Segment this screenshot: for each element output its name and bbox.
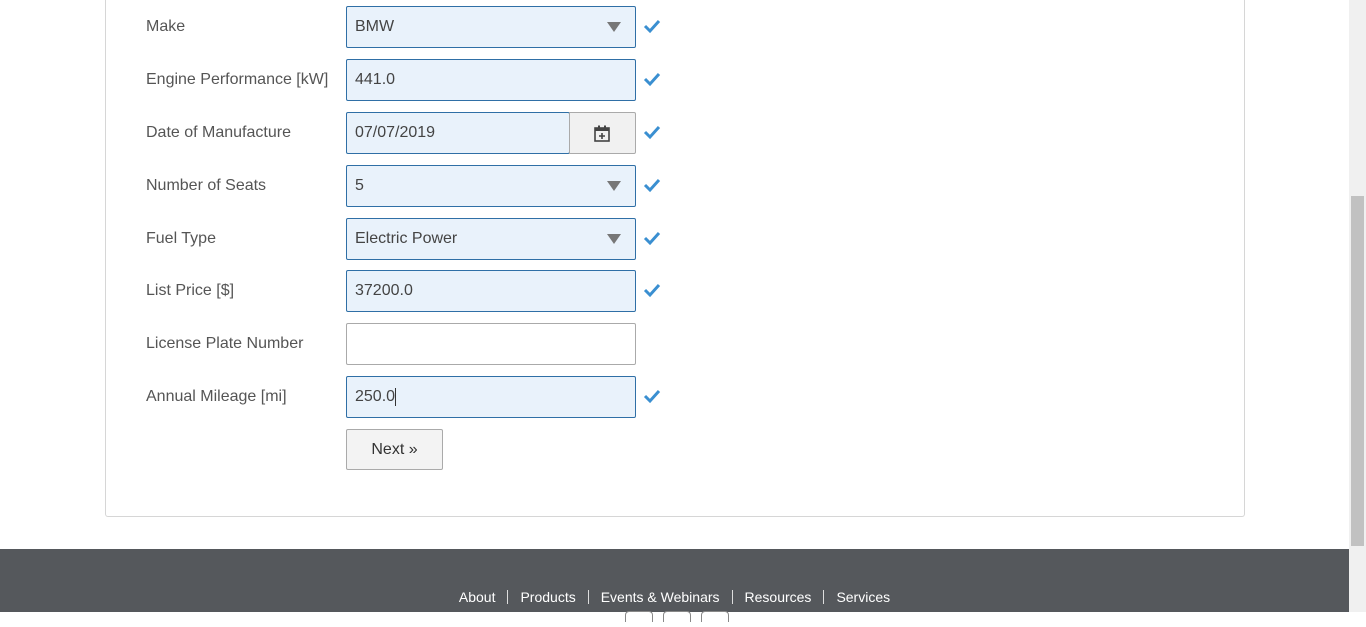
next-button[interactable]: Next » [346,429,443,470]
checkmark-icon [643,231,661,246]
checkmark-icon [643,283,661,298]
mileage-row: Annual Mileage [mi] 250.0 [0,376,1366,418]
fuel-row: Fuel Type Electric Power [0,218,1366,260]
social-icon[interactable] [701,611,729,622]
checkmark-icon [643,178,661,193]
date-label: Date of Manufacture [146,124,291,141]
chevron-down-icon [607,22,621,32]
make-row: Make BMW [0,6,1366,48]
make-value: BMW [355,18,395,35]
fuel-value: Electric Power [355,230,458,247]
text-cursor [395,387,397,406]
seats-value: 5 [355,177,364,194]
engine-value: 441.0 [355,71,396,88]
annual-mileage-input[interactable]: 250.0 [346,376,636,418]
footer-link-events-webinars[interactable]: Events & Webinars [587,590,732,604]
footer-link-products[interactable]: Products [507,590,587,604]
make-label: Make [146,18,186,35]
engine-row: Engine Performance [kW] 441.0 [0,59,1366,101]
mileage-value: 250.0 [355,388,396,405]
footer: About Products Events & Webinars Resources S… [0,549,1349,622]
social-icon[interactable] [625,611,653,622]
checkmark-icon [643,19,661,34]
seats-row: Number of Seats 5 [0,165,1366,207]
plate-label: License Plate Number [146,335,304,352]
engine-label: Engine Performance [kW] [146,71,329,88]
social-icon[interactable] [663,611,691,622]
date-value: 07/07/2019 [355,124,436,141]
footer-link-resources[interactable]: Resources [731,590,824,604]
fuel-label: Fuel Type [146,230,216,247]
calendar-button[interactable] [569,112,636,154]
price-value: 37200.0 [355,282,413,299]
checkmark-icon [643,72,661,87]
scrollbar-thumb[interactable] [1351,196,1364,546]
list-price-input[interactable]: 37200.0 [346,270,636,312]
footer-nav: About Products Events & Webinars Resources S… [0,589,1349,605]
engine-performance-input[interactable]: 441.0 [346,59,636,101]
price-row: List Price [$] 37200.0 [0,270,1366,312]
checkmark-icon [643,389,661,404]
make-select[interactable]: BMW [346,6,636,48]
chevron-down-icon [607,181,621,191]
mileage-label: Annual Mileage [mi] [146,388,287,405]
chevron-down-icon [607,234,621,244]
calendar-icon [594,125,610,142]
price-label: List Price [$] [146,282,235,299]
date-row: Date of Manufacture 07/07/2019 [0,112,1366,154]
checkmark-icon [643,125,661,140]
vertical-scrollbar[interactable] [1349,0,1366,612]
license-plate-input[interactable] [346,323,636,365]
footer-link-services[interactable]: Services [823,590,902,604]
plate-row: License Plate Number [0,323,1366,365]
fuel-type-select[interactable]: Electric Power [346,218,636,260]
number-of-seats-select[interactable]: 5 [346,165,636,207]
seats-label: Number of Seats [146,177,267,194]
date-of-manufacture-input[interactable]: 07/07/2019 [346,112,570,154]
footer-link-about[interactable]: About [447,590,508,604]
